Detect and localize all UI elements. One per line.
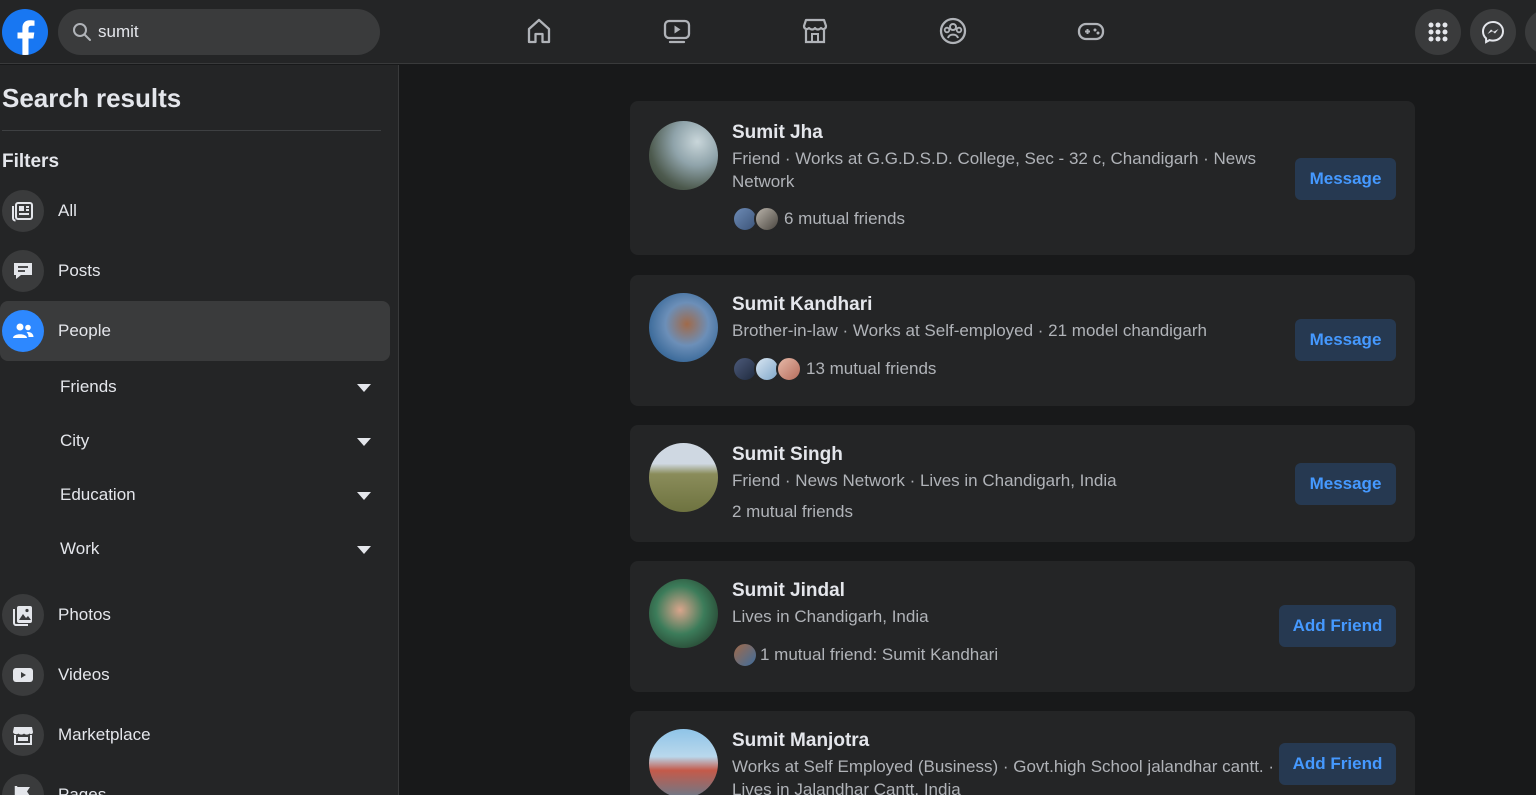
message-button[interactable]: Message xyxy=(1295,319,1396,361)
messenger-icon xyxy=(1481,20,1505,44)
menu-grid-button[interactable] xyxy=(1415,9,1461,55)
result-card[interactable]: Sumit Singh Friend · News Network · Live… xyxy=(630,425,1415,542)
people-icon xyxy=(2,310,44,352)
home-icon[interactable] xyxy=(524,16,554,46)
subfilter-work[interactable]: Work xyxy=(0,524,390,578)
caret-down-icon xyxy=(357,384,371,392)
message-button[interactable]: Message xyxy=(1295,463,1396,505)
result-name[interactable]: Sumit Singh xyxy=(732,444,843,466)
top-navigation-bar xyxy=(0,0,1536,64)
pages-icon xyxy=(2,774,44,795)
notifications-button[interactable] xyxy=(1525,9,1536,55)
all-results-icon xyxy=(2,190,44,232)
mutual-friends[interactable]: 1 mutual friend: Sumit Kandhari xyxy=(732,641,998,669)
filter-people[interactable]: People xyxy=(0,301,390,361)
result-description: Lives in Chandigarh, India xyxy=(732,607,929,626)
filter-videos[interactable]: Videos xyxy=(0,645,390,705)
filter-label: People xyxy=(58,321,111,340)
result-name[interactable]: Sumit Kandhari xyxy=(732,294,872,316)
mutual-friends[interactable]: 13 mutual friends xyxy=(732,355,936,383)
profile-avatar[interactable] xyxy=(649,121,718,190)
watch-video-icon[interactable] xyxy=(662,16,692,46)
filter-label: Videos xyxy=(58,665,110,684)
mutual-friend-avatar xyxy=(754,206,780,232)
search-box[interactable] xyxy=(58,9,380,55)
page-title: Search results xyxy=(2,83,182,113)
caret-down-icon xyxy=(357,492,371,500)
search-filters-sidebar: Search results Filters All Posts People … xyxy=(0,65,399,795)
result-card[interactable]: Sumit Manjotra Works at Self Employed (B… xyxy=(630,711,1415,795)
mutual-friends[interactable]: 6 mutual friends xyxy=(732,205,905,233)
filter-label: All xyxy=(58,201,77,220)
mutual-friends-text: 13 mutual friends xyxy=(806,359,937,378)
profile-avatar[interactable] xyxy=(649,443,718,512)
photos-icon xyxy=(2,594,44,636)
filter-all[interactable]: All xyxy=(0,181,390,241)
marketplace-store-icon[interactable] xyxy=(800,16,830,46)
videos-icon xyxy=(2,654,44,696)
add-friend-button[interactable]: Add Friend xyxy=(1279,605,1396,647)
caret-down-icon xyxy=(357,546,371,554)
subfilter-label: Education xyxy=(60,485,136,504)
mutual-friend-avatar xyxy=(732,642,758,668)
profile-avatar[interactable] xyxy=(649,729,718,795)
result-name[interactable]: Sumit Manjotra xyxy=(732,730,869,752)
subfilter-education[interactable]: Education xyxy=(0,470,390,524)
result-description: Friend · Works at G.G.D.S.D. College, Se… xyxy=(732,149,1257,191)
mutual-friend-avatar xyxy=(776,356,802,382)
posts-icon xyxy=(2,250,44,292)
filter-label: Posts xyxy=(58,261,101,280)
filter-label: Marketplace xyxy=(58,725,151,744)
mutual-friends-text: 1 mutual friend: Sumit Kandhari xyxy=(760,645,999,664)
divider xyxy=(2,130,381,131)
message-button[interactable]: Message xyxy=(1295,158,1396,200)
result-card[interactable]: Sumit Kandhari Brother-in-law · Works at… xyxy=(630,275,1415,406)
result-card[interactable]: Sumit Jindal Lives in Chandigarh, India … xyxy=(630,561,1415,692)
profile-avatar[interactable] xyxy=(649,579,718,648)
subfilter-friends[interactable]: Friends xyxy=(0,362,390,416)
filters-heading: Filters xyxy=(2,151,60,172)
filter-pages[interactable]: Pages xyxy=(0,765,390,795)
result-card[interactable]: Sumit Jha Friend · Works at G.G.D.S.D. C… xyxy=(630,101,1415,255)
gaming-icon[interactable] xyxy=(1076,16,1106,46)
caret-down-icon xyxy=(357,438,371,446)
mutual-friends[interactable]: 2 mutual friends xyxy=(732,498,853,526)
search-icon xyxy=(73,23,91,41)
filter-photos[interactable]: Photos xyxy=(0,585,390,645)
result-description: Friend · News Network · Lives in Chandig… xyxy=(732,471,1117,490)
menu-grid-icon xyxy=(1428,22,1448,42)
filter-posts[interactable]: Posts xyxy=(0,241,390,301)
result-name[interactable]: Sumit Jindal xyxy=(732,580,845,602)
mutual-friends-text: 2 mutual friends xyxy=(732,502,853,521)
groups-icon[interactable] xyxy=(938,16,968,46)
messenger-button[interactable] xyxy=(1470,9,1516,55)
profile-avatar[interactable] xyxy=(649,293,718,362)
result-description: Works at Self Employed (Business) · Govt… xyxy=(732,757,1275,795)
add-friend-button[interactable]: Add Friend xyxy=(1279,743,1396,785)
subfilter-city[interactable]: City xyxy=(0,416,390,470)
filter-label: Photos xyxy=(58,605,111,624)
facebook-logo-icon[interactable] xyxy=(2,9,48,55)
subfilter-label: Work xyxy=(60,539,100,558)
subfilter-label: Friends xyxy=(60,377,117,396)
filter-label: Pages xyxy=(58,785,107,795)
filter-marketplace[interactable]: Marketplace xyxy=(0,705,390,765)
subfilter-label: City xyxy=(60,431,90,450)
marketplace-icon xyxy=(2,714,44,756)
mutual-friends-text: 6 mutual friends xyxy=(784,209,905,228)
search-input[interactable] xyxy=(98,9,368,55)
result-name[interactable]: Sumit Jha xyxy=(732,122,823,144)
result-description: Brother-in-law · Works at Self-employed … xyxy=(732,321,1207,340)
